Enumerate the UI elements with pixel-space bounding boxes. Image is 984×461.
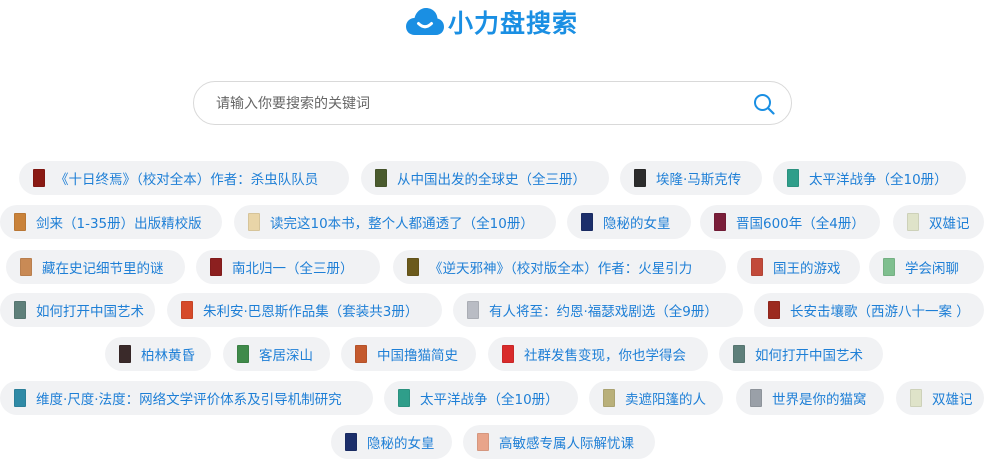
hot-tag[interactable]: 如何打开中国艺术 bbox=[0, 293, 155, 327]
hot-tag-label: 双雄记 bbox=[929, 216, 970, 232]
hot-tag-label: 有人将至：约恩·福瑟戏剧选（全9册） bbox=[489, 304, 718, 320]
hot-tag-label: 长安击壤歌（西游八十一案 ） bbox=[790, 304, 970, 320]
book-cover-icon bbox=[750, 389, 762, 407]
hot-tag-label: 朱利安·巴恩斯作品集（套装共3册） bbox=[203, 304, 419, 320]
hot-tag-label: 国王的游戏 bbox=[773, 261, 841, 277]
hot-tag[interactable]: 朱利安·巴恩斯作品集（套装共3册） bbox=[167, 293, 442, 327]
book-cover-icon bbox=[375, 169, 387, 187]
hot-tag[interactable]: 高敏感专属人际解忧课 bbox=[463, 425, 655, 459]
hot-tag-label: 《十日终焉》（校对全本）作者：杀虫队队员 bbox=[55, 172, 319, 188]
book-cover-icon bbox=[634, 169, 646, 187]
hot-tag[interactable]: 埃隆·马斯克传 bbox=[620, 161, 762, 195]
book-cover-icon bbox=[237, 345, 249, 363]
hot-tag-label: 卖遮阳篷的人 bbox=[625, 392, 706, 408]
hot-tag-label: 太平洋战争（全10册） bbox=[420, 392, 559, 408]
book-cover-icon bbox=[14, 213, 26, 231]
book-cover-icon bbox=[181, 301, 193, 319]
book-cover-icon bbox=[355, 345, 367, 363]
hot-tag[interactable]: 有人将至：约恩·福瑟戏剧选（全9册） bbox=[453, 293, 743, 327]
hot-tag[interactable]: 太平洋战争（全10册） bbox=[773, 161, 966, 195]
hot-tag-label: 读完这10本书，整个人都通透了（全10册） bbox=[270, 216, 534, 232]
hot-tag-label: 从中国出发的全球史（全三册） bbox=[397, 172, 586, 188]
hot-tag[interactable]: 太平洋战争（全10册） bbox=[384, 381, 578, 415]
book-cover-icon bbox=[398, 389, 410, 407]
book-cover-icon bbox=[907, 213, 919, 231]
book-cover-icon bbox=[733, 345, 745, 363]
hot-tag[interactable]: 双雄记 bbox=[896, 381, 984, 415]
book-cover-icon bbox=[14, 389, 26, 407]
book-cover-icon bbox=[467, 301, 479, 319]
hot-tag[interactable]: 晋国600年（全4册） bbox=[700, 205, 880, 239]
hot-tag-label: 如何打开中国艺术 bbox=[755, 348, 863, 364]
hot-tag-label: 学会闲聊 bbox=[905, 261, 959, 277]
hot-tag[interactable]: 中国撸猫简史 bbox=[341, 337, 476, 371]
hot-tag-label: 维度·尺度·法度：网络文学评价体系及引导机制研究 bbox=[36, 392, 342, 408]
hot-tag-label: 埃隆·马斯克传 bbox=[656, 172, 742, 188]
hot-tag[interactable]: 《逆天邪神》（校对版全本）作者：火星引力 bbox=[393, 250, 726, 284]
hot-tag-label: 社群发售变现，你也学得会 bbox=[524, 348, 686, 364]
book-cover-icon bbox=[248, 213, 260, 231]
book-cover-icon bbox=[502, 345, 514, 363]
hot-tag[interactable]: 社群发售变现，你也学得会 bbox=[488, 337, 708, 371]
book-cover-icon bbox=[20, 258, 32, 276]
hot-tag-label: 太平洋战争（全10册） bbox=[809, 172, 948, 188]
hot-tag-label: 双雄记 bbox=[932, 392, 973, 408]
hot-tag[interactable]: 《十日终焉》（校对全本）作者：杀虫队队员 bbox=[19, 161, 349, 195]
hot-tag[interactable]: 柏林黄昏 bbox=[105, 337, 211, 371]
hot-tag-label: 隐秘的女皇 bbox=[367, 436, 435, 452]
hot-tag-label: 隐秘的女皇 bbox=[603, 216, 671, 232]
hot-tag-label: 柏林黄昏 bbox=[141, 348, 195, 364]
book-cover-icon bbox=[751, 258, 763, 276]
book-cover-icon bbox=[14, 301, 26, 319]
book-cover-icon bbox=[581, 213, 593, 231]
hot-tag[interactable]: 藏在史记细节里的谜 bbox=[6, 250, 185, 284]
hot-tag[interactable]: 读完这10本书，整个人都通透了（全10册） bbox=[234, 205, 556, 239]
hot-tag[interactable]: 长安击壤歌（西游八十一案 ） bbox=[754, 293, 984, 327]
book-cover-icon bbox=[477, 433, 489, 451]
book-cover-icon bbox=[603, 389, 615, 407]
hot-tag-label: 高敏感专属人际解忧课 bbox=[499, 436, 634, 452]
book-cover-icon bbox=[119, 345, 131, 363]
hot-tag-label: 世界是你的猫窝 bbox=[772, 392, 867, 408]
book-cover-icon bbox=[345, 433, 357, 451]
hot-tag[interactable]: 客居深山 bbox=[223, 337, 330, 371]
hot-tag[interactable]: 从中国出发的全球史（全三册） bbox=[361, 161, 609, 195]
hot-tag[interactable]: 卖遮阳篷的人 bbox=[589, 381, 723, 415]
hot-tag-label: 剑来（1-35册）出版精校版 bbox=[36, 216, 202, 232]
hot-tag-label: 南北归一（全三册） bbox=[232, 261, 354, 277]
book-cover-icon bbox=[883, 258, 895, 276]
hot-tag-label: 晋国600年（全4册） bbox=[736, 216, 865, 232]
book-cover-icon bbox=[210, 258, 222, 276]
book-cover-icon bbox=[910, 389, 922, 407]
hot-tag[interactable]: 双雄记 bbox=[893, 205, 984, 239]
book-cover-icon bbox=[407, 258, 419, 276]
hot-tag-label: 如何打开中国艺术 bbox=[36, 304, 144, 320]
hot-tag[interactable]: 国王的游戏 bbox=[737, 250, 860, 284]
book-cover-icon bbox=[33, 169, 45, 187]
book-cover-icon bbox=[787, 169, 799, 187]
book-cover-icon bbox=[714, 213, 726, 231]
hot-tag-label: 藏在史记细节里的谜 bbox=[42, 261, 164, 277]
hot-tag[interactable]: 隐秘的女皇 bbox=[567, 205, 691, 239]
hot-tag[interactable]: 南北归一（全三册） bbox=[196, 250, 380, 284]
hot-tag-label: 中国撸猫简史 bbox=[377, 348, 458, 364]
hot-tag[interactable]: 隐秘的女皇 bbox=[331, 425, 452, 459]
hot-tag[interactable]: 维度·尺度·法度：网络文学评价体系及引导机制研究 bbox=[0, 381, 373, 415]
hot-tag[interactable]: 如何打开中国艺术 bbox=[719, 337, 883, 371]
hot-tag-label: 《逆天邪神》（校对版全本）作者：火星引力 bbox=[429, 261, 693, 277]
hot-tag-label: 客居深山 bbox=[259, 348, 313, 364]
hot-search-tags: 《十日终焉》（校对全本）作者：杀虫队队员 从中国出发的全球史（全三册） 埃隆·马… bbox=[0, 0, 984, 461]
hot-tag[interactable]: 世界是你的猫窝 bbox=[736, 381, 884, 415]
hot-tag[interactable]: 学会闲聊 bbox=[869, 250, 984, 284]
hot-tag[interactable]: 剑来（1-35册）出版精校版 bbox=[0, 205, 222, 239]
book-cover-icon bbox=[768, 301, 780, 319]
